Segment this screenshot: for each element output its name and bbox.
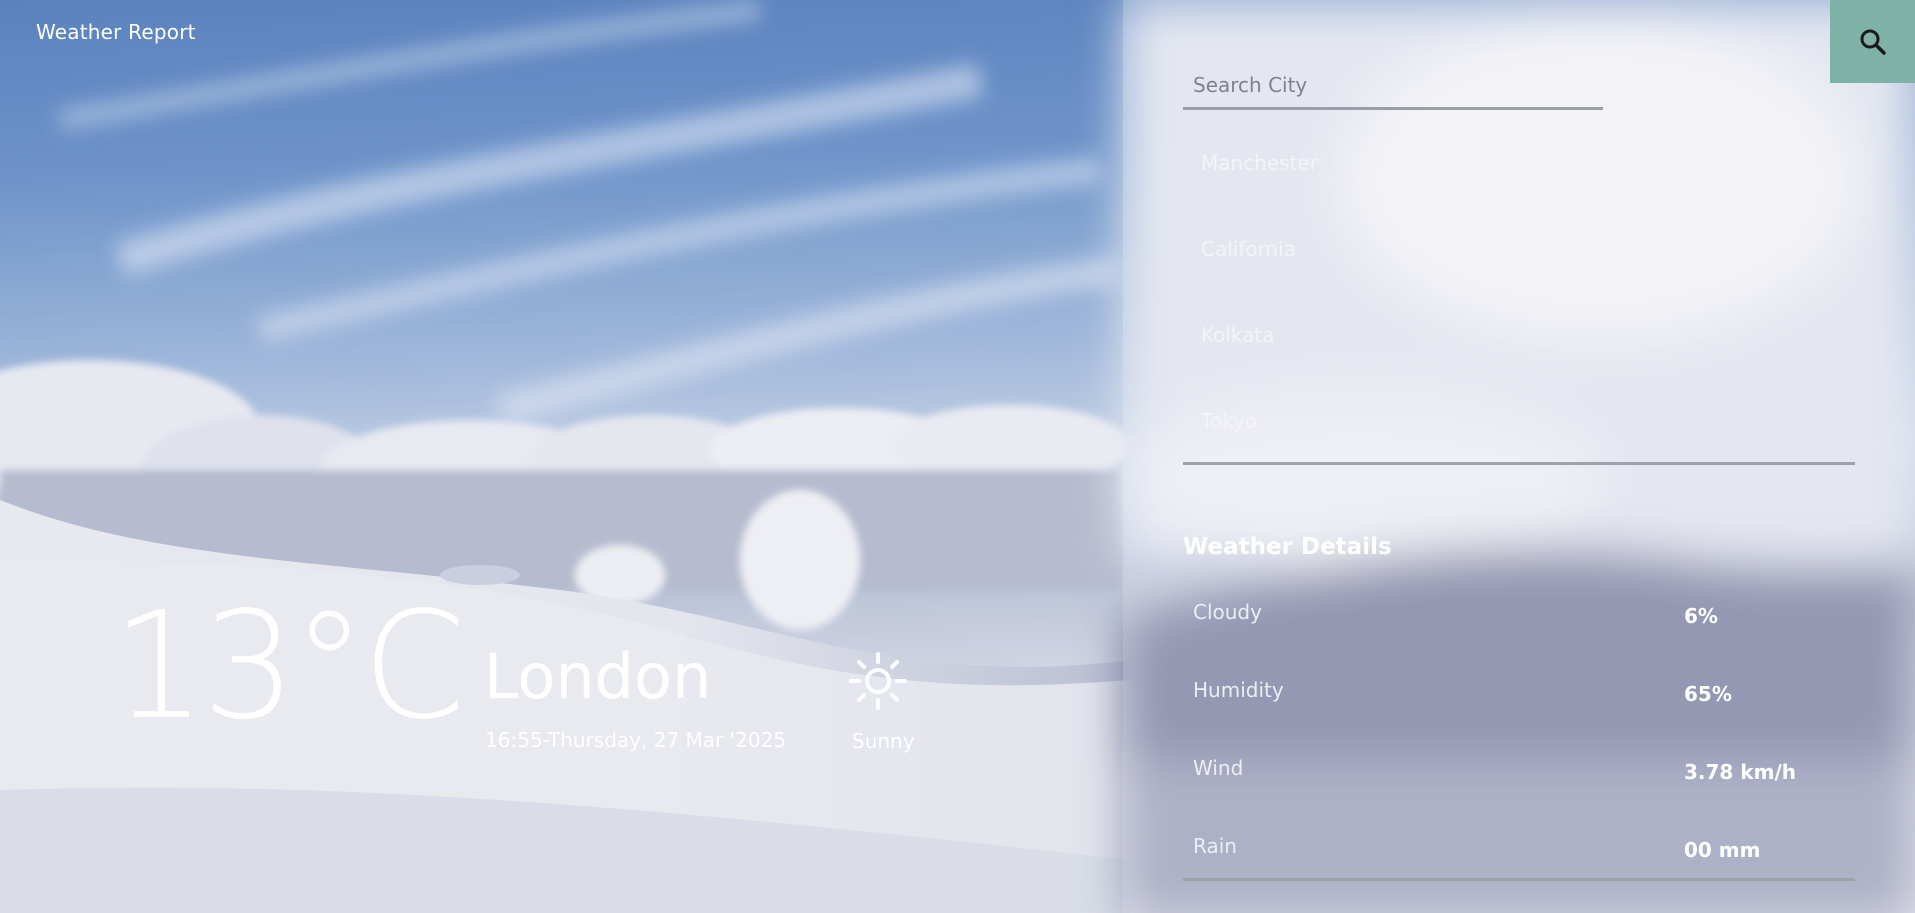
detail-label: Humidity [1193,678,1284,702]
details-title: Weather Details [1183,534,1392,560]
detail-row-cloudy: Cloudy 6% [1183,574,1855,652]
detail-row-rain: Rain 00 mm [1183,808,1855,886]
city-item-california[interactable]: California [1183,206,1855,292]
city-item-manchester[interactable]: Manchester [1183,120,1855,206]
app-title: Weather Report [36,20,196,44]
detail-label: Cloudy [1193,600,1262,624]
detail-row-wind: Wind 3.78 km/h [1183,730,1855,808]
side-panel: Manchester California Kolkata Tokyo Weat… [1123,0,1915,913]
current-datetime: 16:55-Thursday, 27 Mar '2025 [485,728,787,752]
weather-details: Cloudy 6% Humidity 65% Wind 3.78 km/h Ra… [1183,574,1855,886]
search-icon [1860,29,1886,55]
city-list: Manchester California Kolkata Tokyo [1183,120,1855,464]
divider [1183,462,1855,465]
detail-label: Wind [1193,756,1244,780]
detail-value: 6% [1684,604,1718,628]
city-item-tokyo[interactable]: Tokyo [1183,378,1855,464]
city-item-kolkata[interactable]: Kolkata [1183,292,1855,378]
current-city-name: London [484,640,712,713]
search-input[interactable] [1183,62,1603,107]
condition-label: Sunny [852,729,915,753]
detail-label: Rain [1193,834,1237,858]
search-field[interactable] [1183,62,1603,110]
divider [1183,878,1855,881]
detail-value: 00 mm [1684,838,1761,862]
current-temperature: 13°C [112,580,466,752]
detail-value: 3.78 km/h [1684,760,1796,784]
sun-icon [849,652,907,710]
search-button[interactable] [1830,0,1915,83]
detail-value: 65% [1684,682,1732,706]
detail-row-humidity: Humidity 65% [1183,652,1855,730]
